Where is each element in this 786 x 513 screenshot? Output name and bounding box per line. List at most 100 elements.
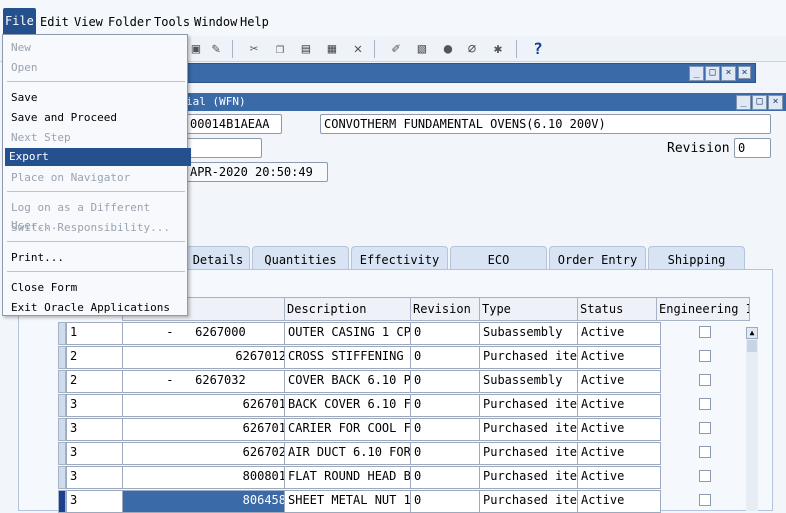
tab-effectivity[interactable]: Effectivity [351, 246, 448, 271]
row-indicator[interactable] [58, 346, 66, 369]
status-cell[interactable]: Active [577, 466, 661, 489]
minimize-icon[interactable]: _ [736, 95, 751, 110]
engineering-checkbox[interactable] [699, 398, 711, 410]
folder-tools-icon[interactable]: ✱ [488, 39, 508, 59]
type-cell[interactable]: Purchased ite [479, 346, 582, 369]
item-cell[interactable]: 6267012 [122, 346, 290, 369]
tab-details[interactable]: Details [186, 246, 250, 271]
tab-order-entry[interactable]: Order Entry [549, 246, 646, 271]
menu-tools[interactable]: Tools [152, 12, 192, 32]
date-field[interactable]: APR-2020 20:50:49 [186, 162, 328, 182]
menu-item-export[interactable]: Export [5, 148, 191, 166]
description-cell[interactable]: OUTER CASING 1 CP. [284, 322, 415, 345]
scroll-thumb[interactable] [747, 340, 757, 352]
engineering-checkbox[interactable] [699, 326, 711, 338]
maximize-icon[interactable]: □ [752, 95, 767, 110]
tab-eco[interactable]: ECO [450, 246, 547, 271]
attachments-icon[interactable]: ⌀ [462, 39, 482, 59]
menu-item-save-and-proceed[interactable]: Save and Proceed [7, 109, 191, 127]
menu-item-open[interactable]: Open [7, 59, 191, 77]
engineering-checkbox[interactable] [699, 446, 711, 458]
type-cell[interactable]: Purchased ite [479, 394, 582, 417]
level-cell[interactable]: 2 [66, 370, 126, 393]
help-icon[interactable]: ? [528, 39, 548, 59]
revision-cell[interactable]: 0 [410, 370, 484, 393]
revision-cell[interactable]: 0 [410, 394, 484, 417]
type-cell[interactable]: Purchased ite [479, 466, 582, 489]
tab-shipping[interactable]: Shipping [648, 246, 745, 271]
item-cell[interactable]: 626702 [122, 442, 290, 465]
level-cell[interactable]: 3 [66, 490, 126, 513]
translations-icon[interactable]: ● [438, 39, 458, 59]
status-cell[interactable]: Active [577, 394, 661, 417]
engineering-checkbox[interactable] [699, 350, 711, 362]
item-cell[interactable]: 626701 [122, 394, 290, 417]
description-cell[interactable]: COVER BACK 6.10 PI [284, 370, 415, 393]
copy-icon[interactable]: ❐ [270, 39, 290, 59]
status-cell[interactable]: Active [577, 442, 661, 465]
menu-item-switch-responsibility[interactable]: Switch Responsibility... [7, 219, 191, 237]
menu-folder[interactable]: Folder [106, 12, 153, 32]
item-description-field[interactable]: CONVOTHERM FUNDAMENTAL OVENS(6.10 200V) [320, 114, 771, 134]
edit-field-icon[interactable]: ✐ [386, 39, 406, 59]
item-cell[interactable]: - 6267032 [122, 370, 290, 393]
menu-edit[interactable]: Edit [38, 12, 71, 32]
status-cell[interactable]: Active [577, 370, 661, 393]
level-cell[interactable]: 3 [66, 466, 126, 489]
revision-cell[interactable]: 0 [410, 466, 484, 489]
navigator-icon[interactable]: ✎ [206, 39, 226, 59]
item-cell[interactable]: 806458 [122, 490, 290, 513]
item-code-field[interactable]: 00014B1AEAA [186, 114, 282, 134]
engineering-checkbox[interactable] [699, 494, 711, 506]
item-cell[interactable]: 800801 [122, 466, 290, 489]
menu-item-close-form[interactable]: Close Form [7, 279, 191, 297]
zoom-icon[interactable]: ▧ [412, 39, 432, 59]
row-indicator[interactable] [58, 394, 66, 417]
paste-icon[interactable]: ▤ [296, 39, 316, 59]
revision-cell[interactable]: 0 [410, 442, 484, 465]
row-indicator[interactable] [58, 418, 66, 441]
description-cell[interactable]: SHEET METAL NUT 1 [284, 490, 415, 513]
engineering-checkbox[interactable] [699, 374, 711, 386]
type-cell[interactable]: Subassembly [479, 370, 582, 393]
menu-help[interactable]: Help [238, 12, 271, 32]
alternate-field[interactable] [186, 138, 262, 158]
description-cell[interactable]: FLAT ROUND HEAD B1 [284, 466, 415, 489]
menu-item-print[interactable]: Print... [7, 249, 191, 267]
status-cell[interactable]: Active [577, 490, 661, 513]
item-cell[interactable]: 626701 [122, 418, 290, 441]
minimize-icon[interactable]: _ [689, 66, 704, 81]
close-icon[interactable]: × [721, 66, 736, 81]
revision-cell[interactable]: 0 [410, 346, 484, 369]
row-indicator[interactable] [58, 442, 66, 465]
maximize-icon[interactable]: □ [705, 66, 720, 81]
outer-close-icon[interactable]: × [738, 66, 751, 79]
type-cell[interactable]: Purchased ite [479, 442, 582, 465]
level-cell[interactable]: 3 [66, 394, 126, 417]
row-indicator[interactable] [58, 490, 66, 513]
type-cell[interactable]: Subassembly [479, 322, 582, 345]
menu-item-new[interactable]: New [7, 39, 191, 57]
status-cell[interactable]: Active [577, 322, 661, 345]
engineering-checkbox[interactable] [699, 470, 711, 482]
level-cell[interactable]: 3 [66, 442, 126, 465]
vertical-scrollbar[interactable]: ▲ [746, 327, 758, 511]
menu-file[interactable]: File [3, 8, 36, 34]
description-cell[interactable]: AIR DUCT 6.10 FOR [284, 442, 415, 465]
menu-item-exit[interactable]: Exit Oracle Applications [7, 299, 191, 317]
delete-record-icon[interactable]: ✕ [348, 39, 368, 59]
row-indicator[interactable] [58, 322, 66, 345]
description-cell[interactable]: CARIER FOR COOL FA [284, 418, 415, 441]
menu-window[interactable]: Window [192, 12, 239, 32]
menu-view[interactable]: View [72, 12, 105, 32]
level-cell[interactable]: 1 [66, 322, 126, 345]
engineering-checkbox[interactable] [699, 422, 711, 434]
item-cell[interactable]: - 6267000 [122, 322, 290, 345]
revision-cell[interactable]: 0 [410, 490, 484, 513]
status-cell[interactable]: Active [577, 418, 661, 441]
description-cell[interactable]: CROSS STIFFENING 1 [284, 346, 415, 369]
revision-cell[interactable]: 0 [410, 418, 484, 441]
new-record-icon[interactable]: ▦ [322, 39, 342, 59]
row-indicator[interactable] [58, 370, 66, 393]
tab-quantities[interactable]: Quantities [252, 246, 349, 271]
